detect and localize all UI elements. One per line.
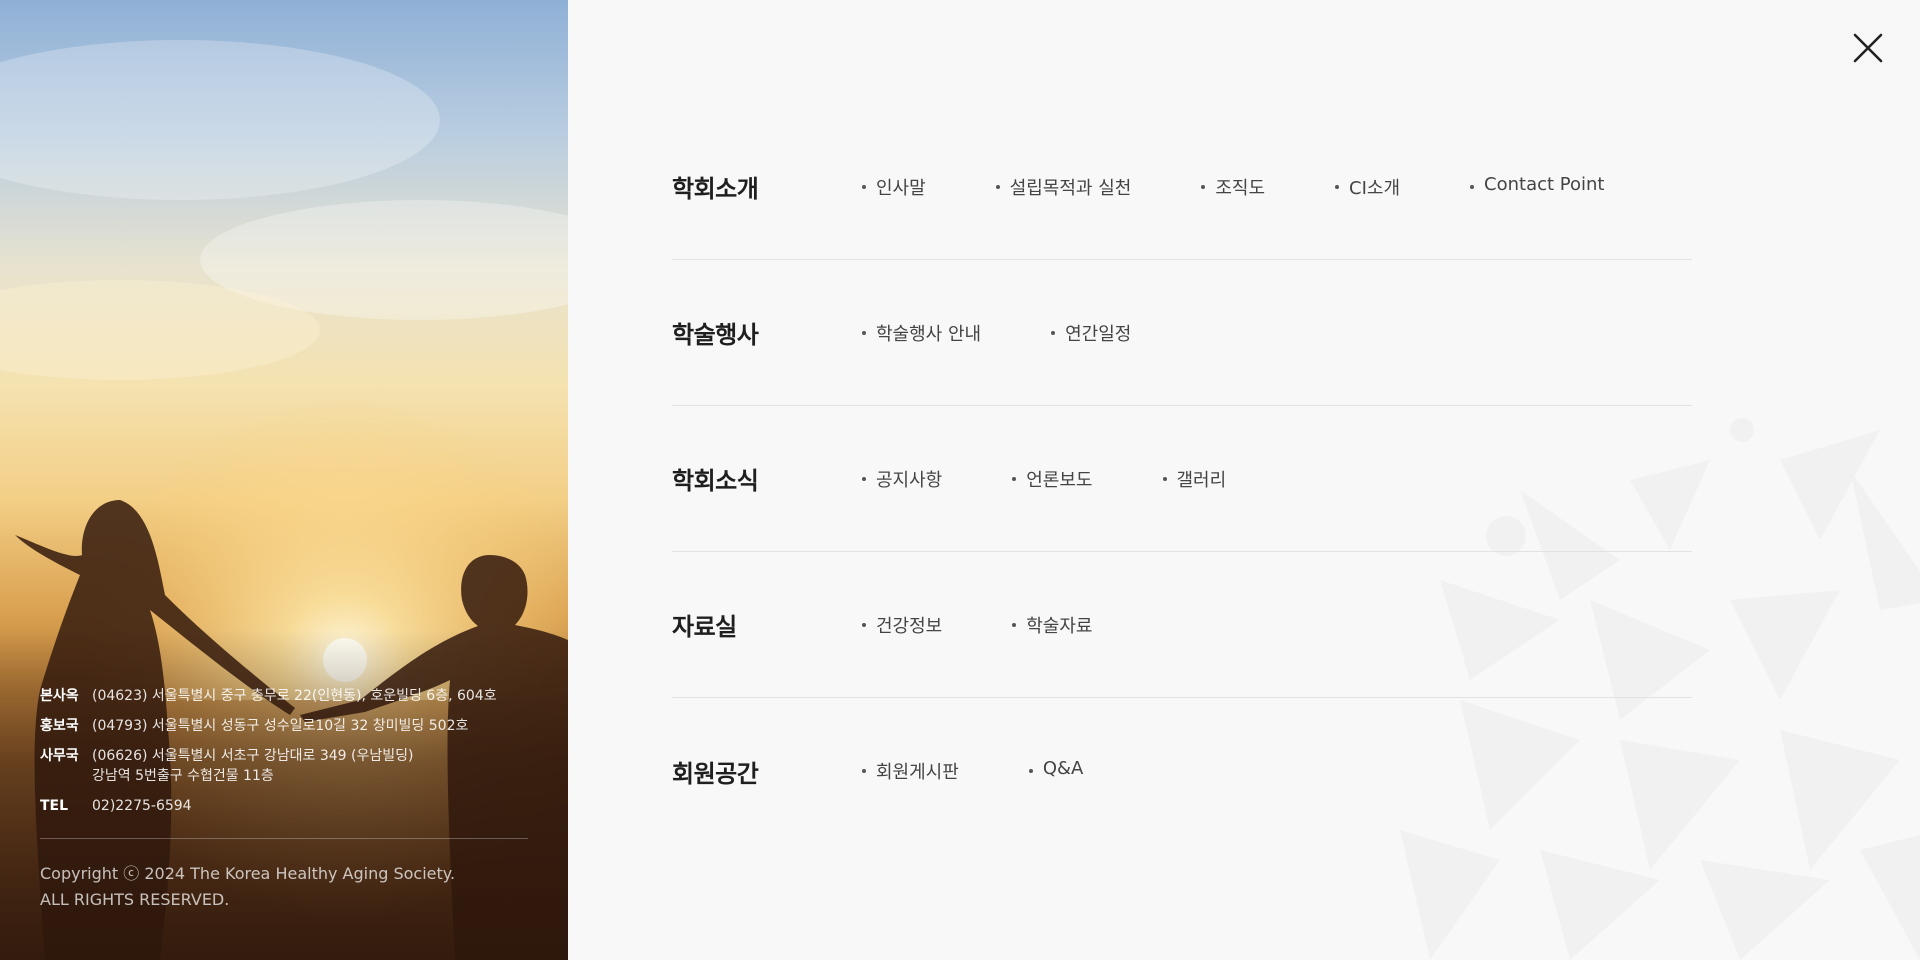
copyright-line: Copyright ⓒ 2024 The Korea Healthy Aging…: [40, 864, 456, 883]
menu-section-title[interactable]: 학회소식: [672, 461, 862, 496]
address-line: 강남역 5번출구 수협건물 11층: [92, 768, 274, 784]
menu-section-resources: 자료실 건강정보 학술자료: [672, 552, 1692, 698]
address-label: 홍보국: [40, 718, 79, 734]
submenu-item-health-info[interactable]: 건강정보: [862, 612, 942, 638]
menu-section-events: 학술행사 학술행사 안내 연간일정: [672, 260, 1692, 406]
copyright-line: ALL RIGHTS RESERVED.: [40, 890, 230, 909]
menu-section-title[interactable]: 회원공간: [672, 754, 862, 789]
submenu-item-greeting[interactable]: 인사말: [862, 174, 926, 200]
menu-section-title[interactable]: 학술행사: [672, 315, 862, 350]
address-row-tel: TEL 02)2275-6594: [40, 796, 528, 816]
submenu-item-event-info[interactable]: 학술행사 안내: [862, 320, 981, 346]
address-value: (04793) 서울특별시 성동구 성수일로10길 32 창미빌딩 502호: [92, 716, 468, 736]
address-row-pr: 홍보국 (04793) 서울특별시 성동구 성수일로10길 32 창미빌딩 50…: [40, 716, 528, 736]
phone-number: 02)2275-6594: [92, 798, 192, 814]
address-row-head-office: 본사옥 (04623) 서울특별시 중구 충무로 22(인현동), 호운빌딩 6…: [40, 686, 528, 706]
footer-info: 본사옥 (04623) 서울특별시 중구 충무로 22(인현동), 호운빌딩 6…: [40, 686, 528, 913]
menu-section-title[interactable]: 학회소개: [672, 169, 862, 204]
address-value: 02)2275-6594: [92, 796, 192, 816]
address-row-office: 사무국 (06626) 서울특별시 서초구 강남대로 349 (우남빌딩) 강남…: [40, 746, 528, 786]
address-value: (04623) 서울특별시 중구 충무로 22(인현동), 호운빌딩 6층, 6…: [92, 686, 497, 706]
menu-section-news: 학회소식 공지사항 언론보도 갤러리: [672, 406, 1692, 552]
submenu-item-member-board[interactable]: 회원게시판: [862, 758, 959, 784]
submenu-item-organization[interactable]: 조직도: [1201, 174, 1265, 200]
address-label: 본사옥: [40, 688, 79, 704]
footer-divider: [40, 838, 528, 839]
address-line: (06626) 서울특별시 서초구 강남대로 349 (우남빌딩): [92, 748, 414, 764]
address-value: (06626) 서울특별시 서초구 강남대로 349 (우남빌딩) 강남역 5번…: [92, 746, 413, 786]
submenu-item-annual-schedule[interactable]: 연간일정: [1051, 320, 1131, 346]
submenu-item-notices[interactable]: 공지사항: [862, 466, 942, 492]
copyright: Copyright ⓒ 2024 The Korea Healthy Aging…: [40, 861, 528, 913]
submenu-item-purpose[interactable]: 설립목적과 실천: [995, 174, 1131, 200]
hero-photo-panel: 본사옥 (04623) 서울특별시 중구 충무로 22(인현동), 호운빌딩 6…: [0, 0, 568, 960]
submenu-item-press[interactable]: 언론보도: [1012, 466, 1093, 492]
address-label: 사무국: [40, 748, 79, 764]
close-icon: [1853, 33, 1883, 63]
address-label: TEL: [40, 798, 69, 814]
sitemap-menu: 학회소개 인사말 설립목적과 실천 조직도 CI소개 Contact Point…: [672, 114, 1692, 844]
close-button[interactable]: [1850, 30, 1886, 66]
menu-section-members: 회원공간 회원게시판 Q&A: [672, 698, 1692, 844]
submenu-item-ci[interactable]: CI소개: [1335, 174, 1400, 200]
submenu-list: 학술행사 안내 연간일정: [862, 320, 1201, 346]
submenu-item-contact[interactable]: Contact Point: [1470, 174, 1604, 200]
submenu-list: 공지사항 언론보도 갤러리: [862, 466, 1296, 492]
menu-section-about: 학회소개 인사말 설립목적과 실천 조직도 CI소개 Contact Point: [672, 114, 1692, 260]
submenu-item-academic-data[interactable]: 학술자료: [1012, 612, 1093, 638]
submenu-list: 건강정보 학술자료: [862, 612, 1163, 638]
submenu-list: 인사말 설립목적과 실천 조직도 CI소개 Contact Point: [862, 174, 1674, 200]
address-line: (04623) 서울특별시 중구 충무로 22(인현동), 호운빌딩 6층, 6…: [92, 688, 497, 704]
submenu-item-gallery[interactable]: 갤러리: [1162, 466, 1226, 492]
submenu-item-qna[interactable]: Q&A: [1028, 758, 1083, 784]
submenu-list: 회원게시판 Q&A: [862, 758, 1153, 784]
menu-section-title[interactable]: 자료실: [672, 607, 862, 642]
address-line: (04793) 서울특별시 성동구 성수일로10길 32 창미빌딩 502호: [92, 718, 469, 734]
